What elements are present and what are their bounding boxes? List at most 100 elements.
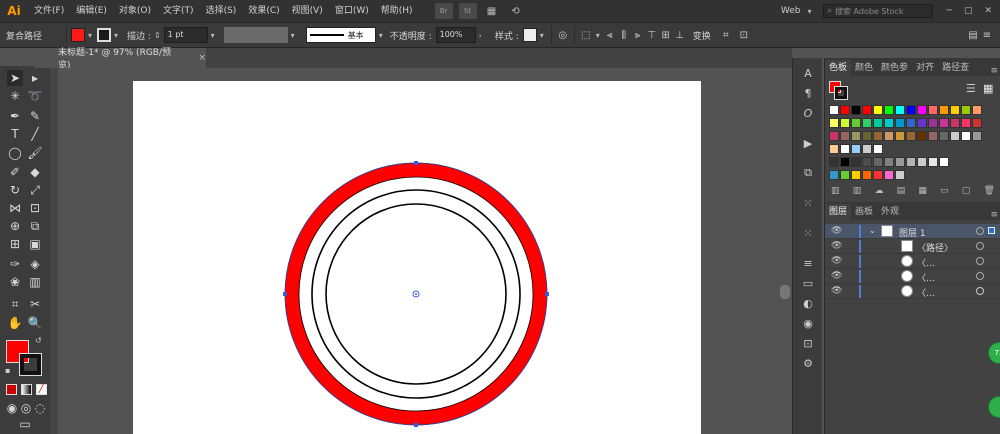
color-swatch[interactable] (829, 131, 839, 141)
target-icon[interactable] (976, 227, 984, 235)
layer-row[interactable]: 👁 〈... (825, 284, 1000, 299)
color-swatch[interactable] (851, 144, 861, 154)
menu-file[interactable]: 文件(F) (28, 0, 70, 22)
panel-menu-icon[interactable]: ≡ (990, 66, 1000, 76)
target-icon[interactable] (976, 272, 984, 280)
export-icon[interactable]: ⧉ (801, 166, 815, 180)
color-swatch[interactable] (917, 131, 927, 141)
rotate-tool-icon[interactable]: ↻ (7, 182, 23, 198)
chevron-right-icon[interactable]: › (479, 31, 482, 40)
color-swatch[interactable] (928, 118, 938, 128)
shaper-tool-icon[interactable]: ✐ (7, 164, 23, 180)
color-swatch[interactable] (829, 170, 839, 180)
layer-row[interactable]: 👁 〈... (825, 269, 1000, 284)
lasso-tool-icon[interactable]: ➰ (27, 88, 43, 104)
path-name[interactable]: 〈路径〉 (917, 241, 953, 254)
target-icon[interactable] (976, 287, 984, 295)
color-swatch[interactable] (884, 170, 894, 180)
close-tab-icon[interactable]: × (198, 53, 206, 63)
curvature-tool-icon[interactable]: ✎ (27, 108, 43, 124)
layer-row[interactable]: 👁 〈路径〉 (825, 239, 1000, 254)
stroke-color-box[interactable] (19, 353, 42, 376)
color-swatch[interactable] (917, 105, 927, 115)
fill-swatch[interactable] (71, 28, 86, 42)
color-swatch[interactable] (873, 131, 883, 141)
color-swatch[interactable] (873, 118, 883, 128)
color-swatch[interactable] (895, 170, 905, 180)
color-swatch[interactable] (840, 157, 850, 167)
grid-icon[interactable]: ⁙ (801, 226, 815, 240)
free-transform-icon[interactable]: ⊡ (27, 200, 43, 216)
layer-name[interactable]: 图层 1 (899, 226, 926, 239)
color-swatch[interactable] (939, 105, 949, 115)
menu-object[interactable]: 对象(O) (113, 0, 157, 22)
transform-icon[interactable]: ⊡ (737, 28, 751, 42)
chevron-down-icon[interactable]: ▾ (596, 31, 600, 40)
color-swatch[interactable] (851, 170, 861, 180)
workspace-switcher[interactable]: Web (781, 6, 801, 16)
tab-layers[interactable]: 图层 (825, 204, 852, 220)
tab-align[interactable]: 对齐 (912, 60, 938, 76)
chevron-down-icon[interactable]: ▾ (88, 31, 92, 40)
color-swatch[interactable] (862, 118, 872, 128)
gradient-tool-icon[interactable]: ▣ (27, 236, 43, 252)
path-name[interactable]: 〈... (917, 256, 935, 269)
selection-tool-icon[interactable]: ➤ (7, 70, 23, 86)
color-swatch[interactable] (862, 105, 872, 115)
color-swatch[interactable] (895, 131, 905, 141)
color-swatch[interactable] (862, 144, 872, 154)
color-swatch[interactable] (917, 118, 927, 128)
color-swatch[interactable] (840, 170, 850, 180)
character-icon[interactable]: A (801, 66, 815, 80)
color-swatch[interactable] (873, 170, 883, 180)
color-swatch[interactable] (884, 105, 894, 115)
color-swatch[interactable] (862, 131, 872, 141)
scale-tool-icon[interactable]: ⤢ (27, 182, 43, 198)
anchor-right[interactable] (545, 292, 549, 296)
recolor-icon[interactable]: ◎ (556, 28, 570, 42)
color-swatch[interactable] (862, 170, 872, 180)
visibility-eye-icon[interactable]: 👁 (831, 226, 842, 236)
align-top-icon[interactable]: ⊤ (645, 28, 659, 42)
minimize-icon[interactable]: ─ (947, 6, 952, 16)
menu-view[interactable]: 视图(V) (286, 0, 329, 22)
color-swatch[interactable] (829, 157, 839, 167)
align-hcenter-icon[interactable]: ⫼ (617, 28, 631, 42)
menu-edit[interactable]: 编辑(E) (70, 0, 113, 22)
chevron-down-icon[interactable]: ▾ (540, 31, 544, 40)
color-swatch[interactable] (906, 118, 916, 128)
align-vcenter-icon[interactable]: ⊞ (659, 28, 673, 42)
panel-menu-icon[interactable]: ≡ (990, 210, 1000, 220)
transparency-icon[interactable]: ◐ (801, 296, 815, 310)
swatch-options-icon[interactable]: ▤ (897, 186, 906, 196)
color-swatch[interactable] (906, 131, 916, 141)
color-swatch[interactable] (840, 144, 850, 154)
artwork[interactable] (58, 68, 792, 434)
menu-help[interactable]: 帮助(H) (375, 0, 419, 22)
menu-window[interactable]: 窗口(W) (329, 0, 375, 22)
trash-icon[interactable]: 🗑 (984, 186, 995, 196)
color-swatch[interactable] (829, 118, 839, 128)
color-swatch[interactable] (939, 131, 949, 141)
opentype-icon[interactable]: O (801, 106, 815, 120)
floating-badge[interactable] (988, 396, 1000, 418)
color-swatch[interactable] (895, 157, 905, 167)
stroke-weight-field[interactable]: 1 pt (163, 27, 208, 43)
transform-label[interactable]: 变换 (693, 29, 711, 42)
bridge-button[interactable]: Br (434, 3, 453, 19)
target-icon[interactable] (976, 257, 984, 265)
active-stroke-swatch[interactable] (834, 86, 848, 100)
tab-color[interactable]: 颜色 (851, 60, 877, 76)
color-swatch[interactable] (873, 144, 883, 154)
color-swatch[interactable] (917, 157, 927, 167)
perspective-grid-icon[interactable]: ⧉ (27, 218, 43, 234)
document-tab[interactable]: 未标题-1* @ 97% (RGB/预览) × (34, 48, 206, 71)
paintbrush-tool-icon[interactable]: 🖌 (27, 145, 43, 161)
color-swatch[interactable] (840, 118, 850, 128)
color-swatch[interactable] (950, 118, 960, 128)
chevron-down-icon[interactable]: ▾ (379, 31, 383, 40)
visibility-eye-icon[interactable]: 👁 (831, 256, 842, 266)
anchor-top[interactable] (414, 161, 418, 165)
default-colors-icon[interactable]: ▪ (5, 366, 10, 375)
color-swatch[interactable] (950, 131, 960, 141)
